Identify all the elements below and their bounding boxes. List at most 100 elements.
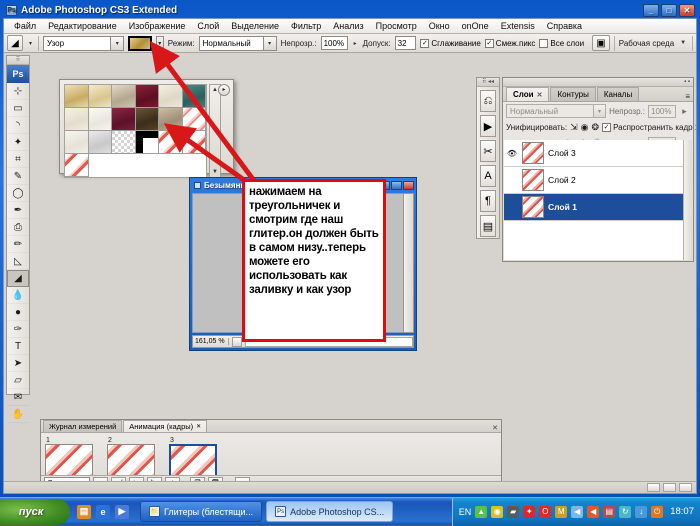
status-box-icon[interactable] [647,483,660,492]
fill-source-select[interactable]: Узор ▾ [42,35,125,51]
menu-item-window[interactable]: Окно [423,20,456,32]
menu-item-filter[interactable]: Фильтр [285,20,327,32]
menu-item-image[interactable]: Изображение [123,20,192,32]
eyedropper-tool-button[interactable]: ✎ [7,168,29,185]
pattern-ivory[interactable] [65,108,89,131]
tray-network-icon[interactable]: ▰ [507,505,520,518]
tab-layers[interactable]: Слои ✕ [506,87,550,101]
unify-position-icon[interactable]: ⇲ [570,122,578,133]
close-icon[interactable]: ✕ [537,91,543,99]
tab-channels[interactable]: Каналы [596,87,640,101]
tray-sound-icon[interactable]: ◀ [587,505,600,518]
pattern-silver[interactable] [88,131,112,154]
tray-volume-icon[interactable]: ◀ [571,505,584,518]
menu-item-extensis[interactable]: Extensis [495,20,541,32]
actions-panel-icon[interactable]: ▶ [480,115,496,137]
paragraph-panel-icon[interactable]: ¶ [480,190,496,212]
menu-item-file[interactable]: Файл [8,20,42,32]
eye-icon[interactable]: 👁 [506,149,518,158]
pattern-teal[interactable] [182,85,206,108]
document-maximize-button[interactable] [391,181,402,190]
opacity-chevron-icon[interactable]: ▸ [679,106,690,117]
antialias-checkbox[interactable]: ✓ Сглаживание [420,38,481,48]
status-box-icon[interactable] [679,483,692,492]
lasso-tool-button[interactable]: ◝ [7,117,29,134]
layer-row-1[interactable]: Слой 1 [504,194,692,221]
shape-tool-button[interactable]: ▱ [7,372,29,389]
character-panel-icon[interactable]: A [480,165,496,187]
document-close-button[interactable] [403,181,414,190]
history-brush-tool-button[interactable]: ✏ [7,236,29,253]
zoom-level-value[interactable]: 161,05 % [195,338,229,345]
menu-item-analysis[interactable]: Анализ [327,20,369,32]
internet-explorer-icon[interactable]: e [96,504,110,519]
eraser-tool-button[interactable]: ◺ [7,253,29,270]
propagate-frame-checkbox[interactable]: ✓ Распространить кадр 1 [602,123,696,132]
pattern-frost[interactable] [65,131,89,154]
path-selection-tool-button[interactable]: ➤ [7,355,29,372]
menu-item-select[interactable]: Выделение [225,20,285,32]
pattern-burgundy[interactable] [135,85,159,108]
pattern-scrollbar[interactable]: ▲ ▼ [209,84,221,178]
layer-comps-panel-icon[interactable]: ▤ [480,215,496,237]
minimize-button[interactable]: _ [643,3,659,17]
status-box-icon[interactable] [663,483,676,492]
pattern-checker[interactable] [112,131,136,154]
brush-tool-button[interactable]: ✒ [7,202,29,219]
window-titlebar[interactable]: Ps Adobe Photoshop CS3 Extended _ □ ✕ [3,2,697,18]
pattern-sand[interactable] [159,108,183,131]
pattern-wine[interactable] [112,108,136,131]
close-icon[interactable]: ✕ [196,423,201,430]
chevron-down-icon[interactable]: ▾ [593,105,606,117]
tray-printer-icon[interactable]: ▤ [603,505,616,518]
panel-grip[interactable]: ⠿ ◂◂ [477,78,499,87]
contiguous-checkbox[interactable]: ✓ Смеж.пикс [484,38,535,48]
pattern-pale-gold[interactable] [88,85,112,108]
layer-opacity-input[interactable]: 100% [648,104,676,118]
workspace-label[interactable]: Рабочая среда [619,39,674,48]
taskbar-clock[interactable]: 18:07 [667,506,694,517]
history-panel-icon[interactable]: ⎌ [480,90,496,112]
tab-paths[interactable]: Контуры [550,87,596,101]
hand-tool-button[interactable]: ✋ [7,406,29,423]
menu-item-layer[interactable]: Слой [191,20,225,32]
unify-visibility-icon[interactable]: ◉ [581,122,589,133]
marquee-tool-button[interactable]: ▭ [7,100,29,117]
tool-presets-panel-icon[interactable]: ✂ [480,140,496,162]
pattern-leopard[interactable] [135,108,159,131]
chevron-down-icon[interactable]: ▾ [110,36,124,50]
tray-opera-icon[interactable]: O [539,505,552,518]
paint-bucket-tool-button[interactable]: ◢ [7,270,29,287]
opacity-slider-chevron-icon[interactable]: ▸ [352,40,359,47]
tray-torrent-icon[interactable]: ↓ [635,505,648,518]
chevron-down-icon[interactable]: ▾ [262,36,276,50]
taskbar-item-photoshop[interactable]: Ps Adobe Photoshop CS... [266,501,394,522]
pattern-picker-menu-icon[interactable]: ▸ [218,84,230,96]
close-button[interactable]: ✕ [679,3,695,17]
media-player-icon[interactable]: ▶ [115,504,129,519]
document-info-icon[interactable] [231,336,242,347]
document-vertical-scrollbar[interactable] [403,193,414,333]
type-tool-button[interactable]: T [7,338,29,355]
menu-item-edit[interactable]: Редактирование [42,20,123,32]
tray-antivirus-icon[interactable]: ✦ [523,505,536,518]
magic-wand-tool-button[interactable]: ✦ [7,134,29,151]
panel-grip[interactable]: ▪ ▪ [503,78,693,87]
pattern-taupe[interactable] [112,85,136,108]
pattern-white-pearl[interactable] [88,108,112,131]
workspace-chevron-icon[interactable]: ▼ [678,40,688,46]
blend-mode-select[interactable]: Нормальный ▾ [198,35,277,51]
pattern-corner-black[interactable] [135,131,159,154]
tray-shield-icon[interactable]: ◉ [491,505,504,518]
pattern-glitter-last[interactable] [65,154,89,177]
tolerance-input[interactable]: 32 [394,36,417,50]
notes-tool-button[interactable]: ✉ [7,389,29,406]
tray-sync-icon[interactable]: ↻ [619,505,632,518]
layer-blend-mode-select[interactable]: Нормальный ▾ [506,104,607,118]
clone-stamp-tool-button[interactable]: ⎙ [7,219,29,236]
opacity-input[interactable]: 100% [320,36,348,50]
panel-grip[interactable]: ⠿ [7,56,29,65]
layer-row-2[interactable]: Слой 2 [504,167,692,194]
move-tool-button[interactable]: ⊹ [7,83,29,100]
tool-preset-chevron-icon[interactable]: ▾ [27,40,34,47]
